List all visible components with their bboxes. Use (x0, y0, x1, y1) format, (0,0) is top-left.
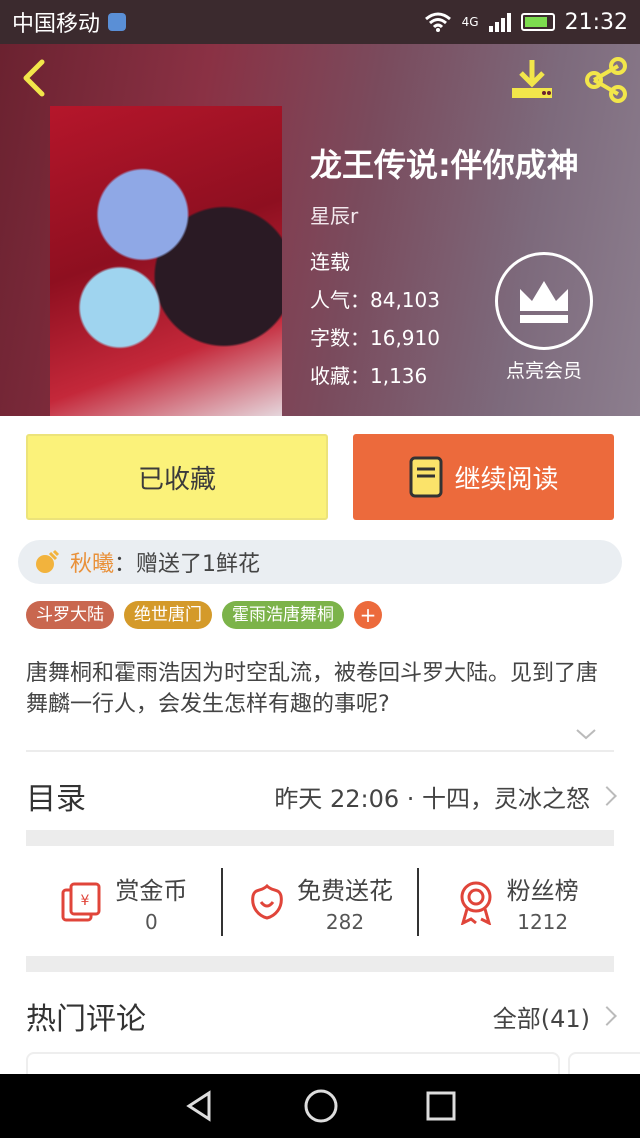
medal-icon (460, 881, 492, 925)
flowers-label: 免费送花 (297, 876, 393, 905)
nav-recent-icon[interactable] (425, 1090, 457, 1122)
vip-button[interactable]: 点亮会员 (492, 252, 596, 383)
toc-title: 目录 (26, 782, 86, 817)
flower-icon (251, 883, 283, 920)
section-separator (26, 830, 614, 846)
hot-comments-title: 热门评论 (26, 1002, 146, 1037)
section-separator (26, 956, 614, 972)
location-icon (108, 13, 127, 31)
download-icon[interactable] (506, 54, 558, 106)
divider (26, 750, 614, 752)
crown-icon (495, 252, 593, 350)
gift-text: ：赠送了1鲜花 (114, 552, 261, 577)
signal-icon (488, 12, 511, 32)
continue-reading-label: 继续阅读 (454, 464, 559, 495)
tag-item[interactable]: 斗罗大陆 (26, 601, 114, 629)
book-icon (409, 456, 443, 498)
nav-home-icon[interactable] (303, 1088, 339, 1124)
interaction-stats: ¥ 赏金币 0 免费送花 282 粉丝榜 1212 (26, 866, 614, 938)
back-icon[interactable] (16, 58, 56, 98)
book-author[interactable]: 星辰r (310, 200, 358, 229)
book-word-count: 字数：16,910 (310, 326, 440, 350)
fans-label: 粉丝榜 (506, 876, 579, 905)
wifi-icon (424, 12, 451, 32)
share-icon[interactable] (580, 54, 632, 106)
network-type: 4G (461, 15, 479, 29)
clock: 21:32 (564, 9, 628, 35)
carrier-name: 中国移动 (12, 12, 101, 37)
chevron-right-icon (597, 1006, 617, 1026)
flowers-value: 282 (325, 909, 365, 934)
latest-chapter: 昨天 22:06 · 十四，灵冰之怒 (274, 784, 590, 813)
continue-reading-button[interactable]: 继续阅读 (353, 434, 614, 520)
battery-icon (520, 13, 555, 31)
vip-label: 点亮会员 (505, 360, 582, 382)
book-header: 龙王传说:伴你成神 星辰r 连载 人气：84,103 字数：16,910 收藏：… (0, 44, 640, 416)
gift-user[interactable]: 秋曦 (70, 546, 114, 578)
flower-gift-icon (36, 549, 60, 573)
reward-value: 0 (144, 909, 158, 934)
svg-text:¥: ¥ (81, 893, 90, 909)
reward-coins[interactable]: ¥ 赏金币 0 (26, 866, 221, 938)
free-flowers[interactable]: 免费送花 282 (223, 866, 418, 938)
book-cover[interactable] (50, 106, 282, 416)
collected-button[interactable]: 已收藏 (26, 434, 328, 520)
book-favorites: 收藏：1,136 (310, 364, 428, 388)
collected-label: 已收藏 (137, 464, 216, 495)
gift-notice[interactable]: 秋曦 ：赠送了1鲜花 (18, 540, 622, 584)
book-status: 连载 (310, 250, 350, 274)
add-tag-button[interactable]: + (354, 601, 382, 629)
carrier: 中国移动 (12, 6, 127, 38)
chevron-right-icon (597, 786, 617, 806)
all-comments-link[interactable]: 全部(41) (493, 999, 590, 1034)
book-popularity: 人气：84,103 (310, 288, 440, 312)
fans-value: 1212 (517, 909, 569, 934)
system-nav-bar (0, 1074, 640, 1138)
toc-row[interactable]: 目录 昨天 22:06 · 十四，灵冰之怒 (26, 770, 617, 822)
reward-label: 赏金币 (115, 876, 188, 905)
tag-item[interactable]: 绝世唐门 (124, 601, 212, 629)
book-description: 唐舞桐和霍雨浩因为时空乱流，被卷回斗罗大陆。见到了唐舞麟一行人，会发生怎样有趣的… (26, 661, 599, 717)
fan-ranking[interactable]: 粉丝榜 1212 (419, 866, 614, 938)
hot-comments-header[interactable]: 热门评论 全部(41) (26, 992, 617, 1040)
tag-list: 斗罗大陆 绝世唐门 霍雨浩唐舞桐 + (26, 601, 382, 629)
status-bar: 中国移动 4G 21:32 (0, 0, 640, 44)
red-envelope-icon: ¥ (61, 882, 101, 922)
chevron-down-icon[interactable] (574, 726, 598, 742)
nav-back-icon[interactable] (183, 1089, 217, 1123)
book-title: 龙王传说:伴你成神 (310, 146, 579, 184)
tag-item[interactable]: 霍雨浩唐舞桐 (222, 601, 344, 629)
